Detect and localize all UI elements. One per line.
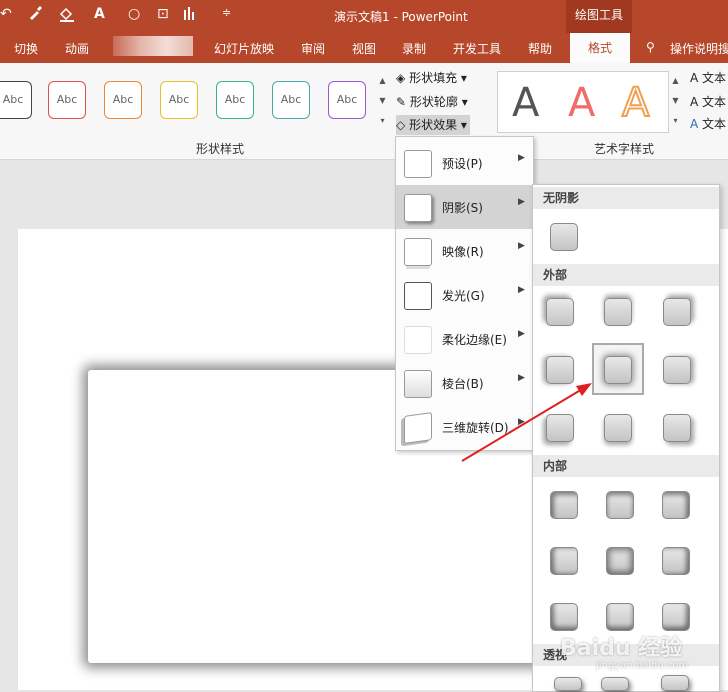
watermark-url: jingyan.baidu.com [596,660,689,671]
annotation-arrow [461,383,592,462]
watermark: Baidu 经验 [560,636,683,661]
